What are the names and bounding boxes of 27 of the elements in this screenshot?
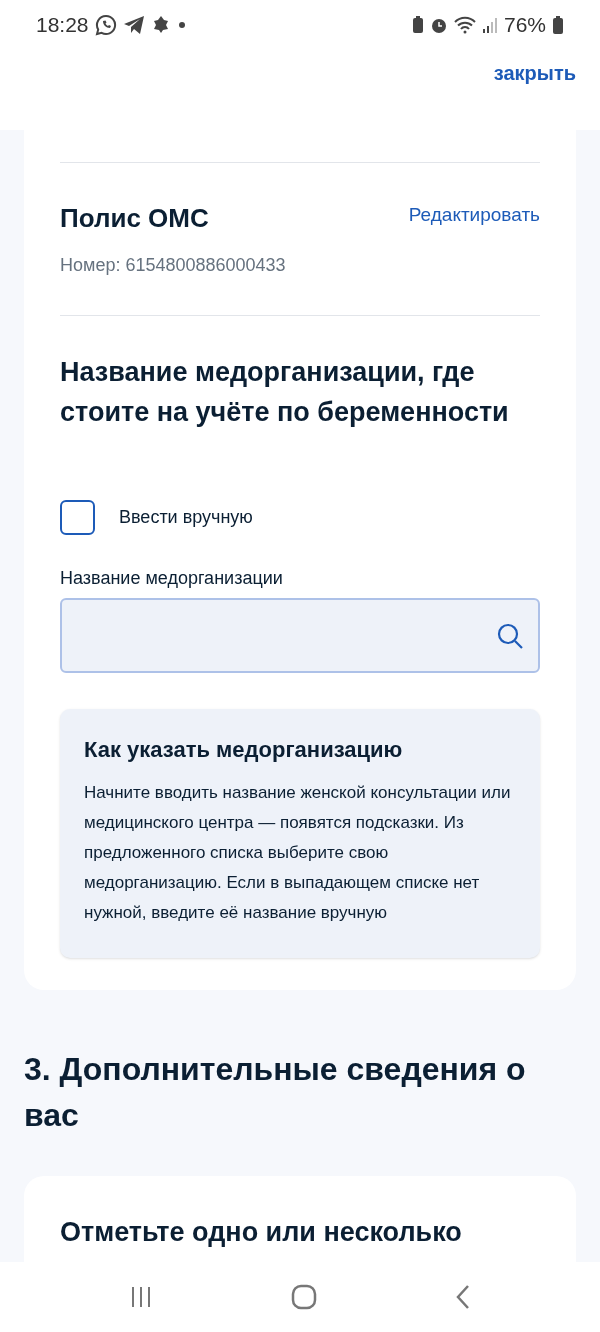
search-icon [496, 621, 524, 650]
battery-percent: 76% [503, 12, 546, 39]
recent-apps-icon[interactable] [129, 1285, 153, 1309]
checkbox[interactable] [60, 500, 95, 535]
chat-bubble-icon [94, 14, 117, 36]
section-heading: Название медорганизации, где стоите на учёте по беременности [60, 356, 510, 429]
section-heading: 3. Дополнительные сведения о вас [23, 1050, 527, 1135]
card-title: Отметьте одно или несколько [60, 1216, 463, 1249]
search-field[interactable] [60, 598, 540, 673]
policy-title: Полис ОМС [60, 202, 209, 235]
hint-title: Как указать медорганизацию [84, 736, 404, 764]
field-label: Название медорганизации [60, 567, 284, 590]
close-link[interactable]: закрыть [493, 58, 576, 88]
policy-number: Номер: 6154800886000433 [60, 254, 287, 277]
back-icon[interactable] [455, 1284, 471, 1310]
dot-icon [176, 20, 187, 30]
status-time: 18:28 [36, 12, 89, 39]
wifi-icon [453, 16, 476, 34]
paper-plane-icon [122, 15, 145, 35]
battery-icon [552, 15, 564, 35]
alarm-clock-icon [429, 16, 448, 34]
hint-text: Начните вводить название женской консультации или медицинского центра — появятся подсказки. Из предложенного списка выберите свою медорганизацию. Если в выпадающем списке нет нужной, введите её название вручную [84, 782, 512, 924]
checkbox-label: Ввести вручную [119, 506, 253, 529]
signal-icon [481, 16, 498, 34]
home-icon[interactable] [291, 1284, 317, 1310]
battery-saver-icon [411, 16, 424, 34]
edit-link[interactable]: Редактировать [408, 199, 540, 230]
